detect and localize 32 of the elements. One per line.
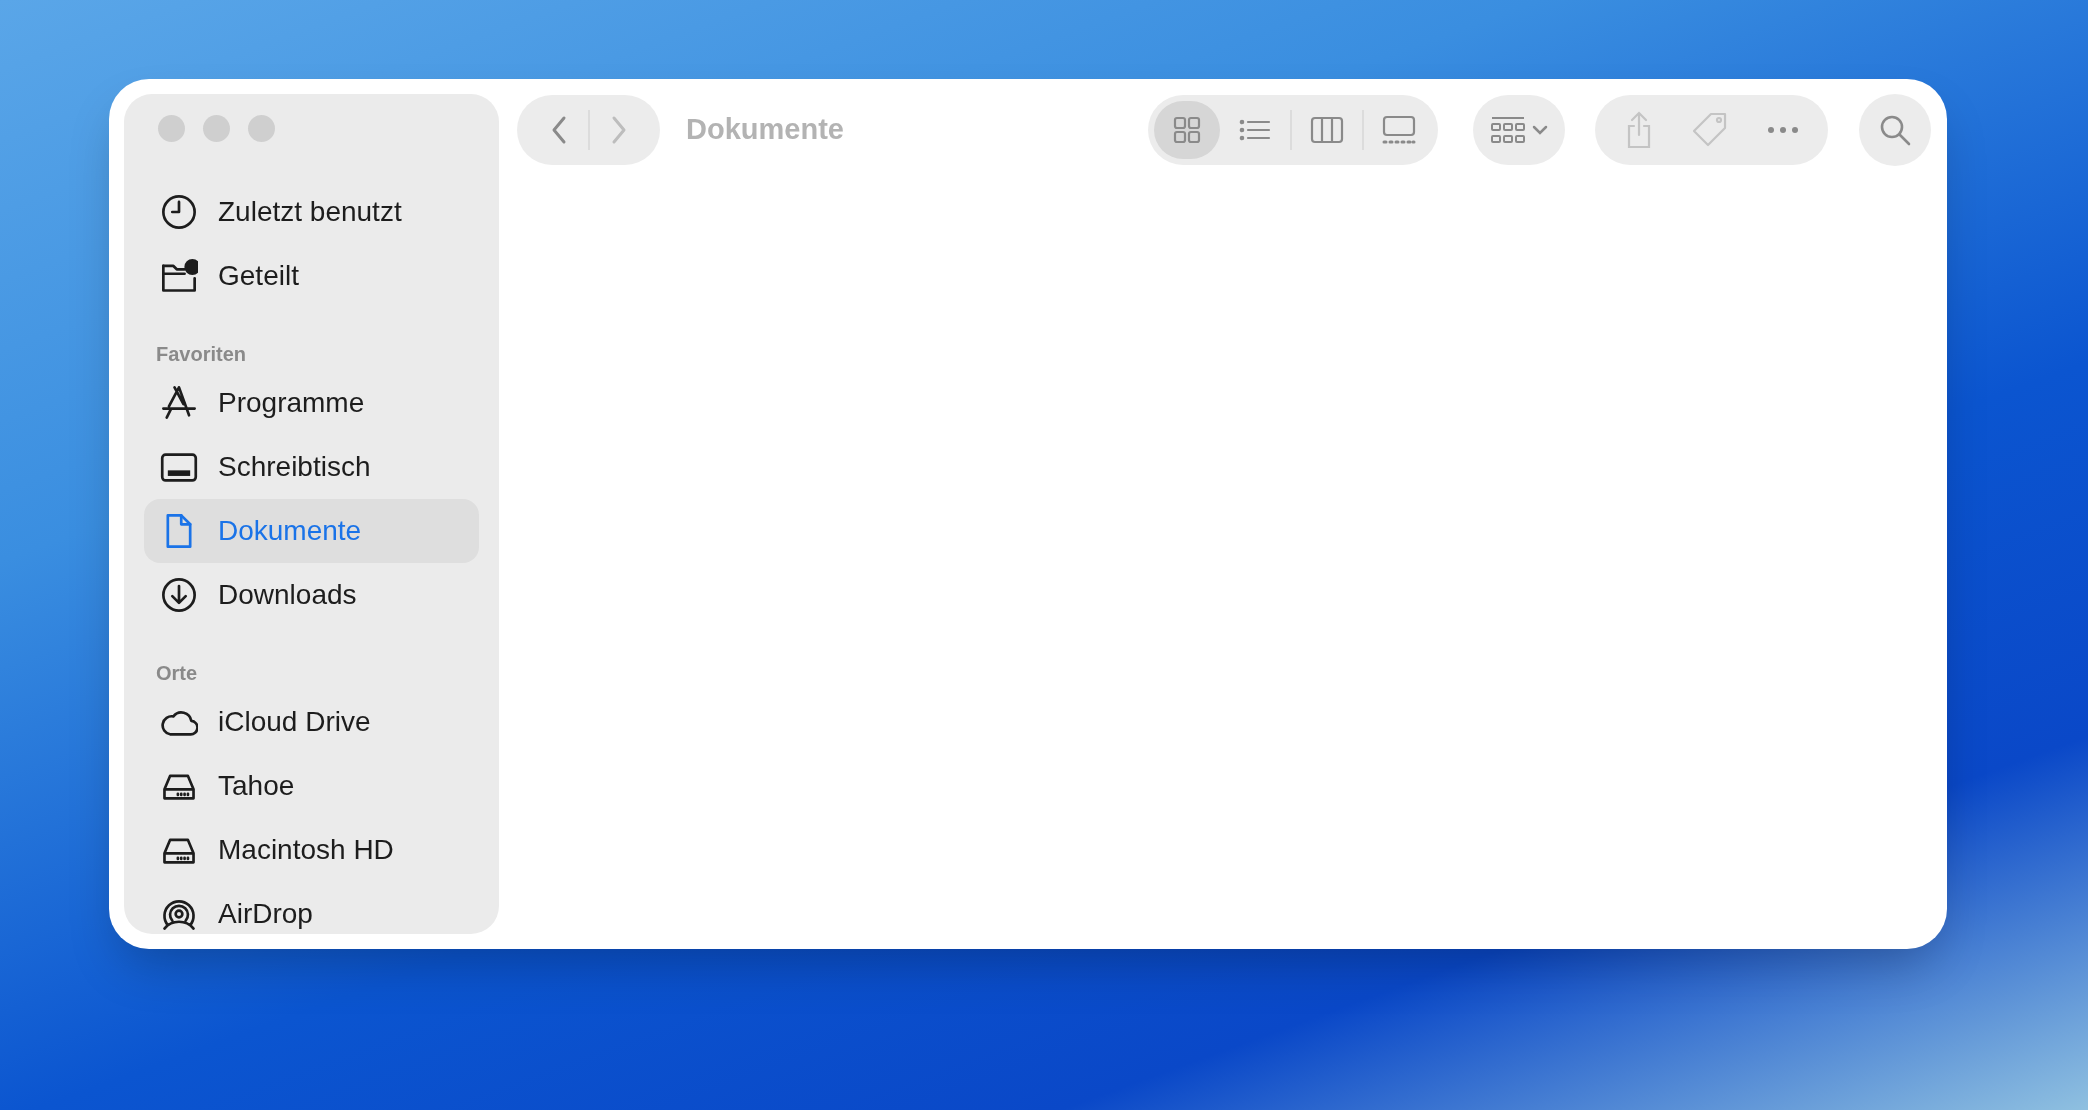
sidebar-item-label: Downloads: [218, 580, 357, 610]
sidebar-item-label: Zuletzt benutzt: [218, 197, 402, 227]
search-icon: [1878, 113, 1912, 147]
sidebar-item[interactable]: Zuletzt benutzt: [144, 180, 479, 244]
sidebar-item[interactable]: Geteilt: [144, 244, 479, 308]
sidebar-item[interactable]: AirDrop: [144, 882, 479, 934]
sidebar-item[interactable]: Programme: [144, 371, 479, 435]
sidebar-item-label: Programme: [218, 388, 365, 418]
view-mode-button[interactable]: [1154, 101, 1220, 159]
window-title: Dokumente: [686, 112, 844, 148]
sidebar-item-label: Schreibtisch: [218, 452, 371, 482]
download-icon: [160, 576, 198, 614]
sidebar-item[interactable]: Schreibtisch: [144, 435, 479, 499]
grid-icon: [1490, 115, 1526, 145]
sidebar-item-label: iCloud Drive: [218, 707, 371, 737]
sidebar-item[interactable]: Macintosh HD: [144, 818, 479, 882]
sidebar-item[interactable]: iCloud Drive: [144, 690, 479, 754]
app-store-icon: [160, 384, 198, 422]
sidebar-item-label: Tahoe: [218, 771, 295, 801]
gallery-view-icon: [1382, 113, 1416, 147]
sidebar-item-label: AirDrop: [218, 899, 313, 929]
sidebar-item-label: Geteilt: [218, 261, 299, 291]
clock-icon: [160, 193, 198, 231]
more-icon[interactable]: [1767, 126, 1800, 134]
sidebar-item[interactable]: Tahoe: [144, 754, 479, 818]
shared-folder-icon: [160, 257, 198, 295]
caret-icon: [1532, 125, 1548, 135]
section-heading: Orte: [155, 661, 198, 686]
sidebar-item[interactable]: Downloads: [144, 563, 479, 627]
sidebar-item-label: Macintosh HD: [218, 835, 394, 865]
section-heading: Favoriten: [155, 342, 247, 367]
sidebar-item-label: Dokumente: [218, 516, 362, 546]
